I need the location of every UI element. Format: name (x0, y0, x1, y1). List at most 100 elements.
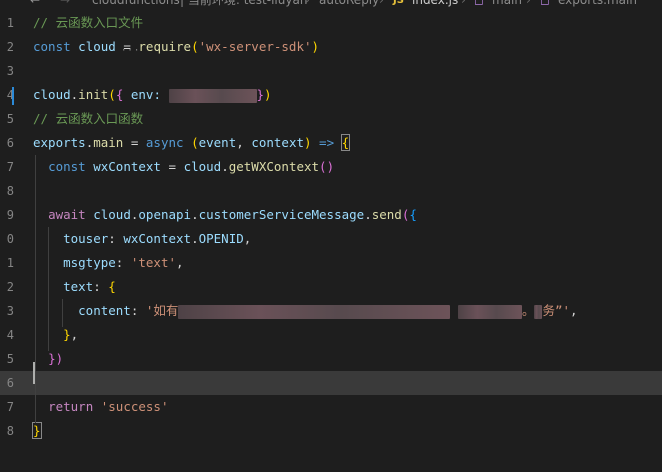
code-line[interactable]: 7 return 'success' (0, 395, 662, 419)
line-number: 3 (6, 64, 14, 78)
code-token: exports (33, 135, 86, 150)
line-number: 6 (6, 136, 14, 150)
code-token: cloud (85, 207, 131, 222)
redacted-text (457, 304, 522, 319)
code-token: 。 (521, 303, 535, 318)
code-token: text (63, 279, 94, 294)
code-token: : (108, 231, 124, 246)
line-number: 9 (6, 208, 14, 222)
code-token: customerServiceMessage (198, 207, 365, 222)
code-token: }) (48, 351, 64, 366)
code-token: const (33, 39, 71, 54)
code-text: }, (33, 323, 78, 347)
code-token: ( (191, 39, 199, 54)
code-line[interactable]: 1 // 云函数入口文件 (0, 11, 662, 35)
breadcrumb-symbol-exports-main[interactable]: exports.main (558, 0, 637, 9)
code-token: { (409, 207, 417, 222)
breadcrumb-subfolder[interactable]: autoReply (319, 0, 379, 9)
code-token: openapi (138, 207, 192, 222)
code-token: event (198, 135, 237, 150)
code-line[interactable]: 3 (0, 59, 662, 83)
code-text: const cloud = require('wx-server-sdk') (33, 35, 319, 59)
code-line[interactable]: 5 // 云函数入口函数 (0, 107, 662, 131)
code-line[interactable]: 8} (0, 419, 662, 443)
code-token: , (176, 255, 184, 270)
code-token: wxContext (123, 231, 192, 246)
code-token: } (63, 327, 71, 342)
code-token: . (364, 207, 372, 222)
line-number: 3 (6, 304, 14, 318)
code-token: msgtype (63, 255, 116, 270)
code-text: cloud.init({ env: }) (33, 83, 272, 107)
code-token: 'text' (130, 255, 177, 270)
code-text: content: '如有 。务”', (33, 299, 578, 323)
code-editor[interactable]: 1// 云函数入口文件 2 const cloud = require('wx-se… (0, 11, 662, 472)
code-token: context (251, 135, 304, 150)
code-line[interactable]: 6 (0, 371, 662, 395)
breadcrumb-folder[interactable]: cloudfunctions (92, 0, 180, 9)
breadcrumb-env: | 当前环境: test-liuyan (180, 0, 308, 7)
line-number: 8 (6, 184, 14, 198)
code-text: exports.main = async (event, context) =>… (33, 131, 351, 155)
code-token: 务”' (542, 303, 571, 318)
chevron-right-icon: › (379, 0, 384, 7)
code-token: cloud (70, 39, 124, 54)
code-line[interactable]: 0 touser: wxContext.OPENID, (0, 227, 662, 251)
code-line[interactable]: 2 const cloud = require('wx-server-sdk') (0, 35, 662, 59)
code-line[interactable]: 6 exports.main = async (event, context) =… (0, 131, 662, 155)
code-token: : (93, 279, 109, 294)
code-line[interactable]: 3 content: '如有 。务”', (0, 299, 662, 323)
code-token: return (48, 399, 94, 414)
code-token: { (108, 279, 116, 294)
code-token: . (191, 207, 199, 222)
code-line[interactable]: 4 }, (0, 323, 662, 347)
line-number: 1 (6, 256, 14, 270)
code-token: touser (63, 231, 109, 246)
code-token: } (256, 87, 265, 102)
code-line[interactable]: 4 cloud.init({ env: }) (0, 83, 662, 107)
code-token: OPENID (198, 231, 244, 246)
line-number: 0 (6, 232, 14, 246)
code-token: , (236, 135, 252, 150)
code-token: '如有 (145, 303, 179, 318)
code-token: await (48, 207, 86, 222)
cube-icon: ◻ (474, 0, 484, 7)
code-line[interactable]: 8 (0, 179, 662, 203)
cube-icon: ◻ (540, 0, 550, 7)
breadcrumb-symbol-main[interactable]: main (492, 0, 522, 9)
code-token: content (78, 303, 131, 318)
js-file-icon: JS (393, 0, 404, 6)
code-token: () (319, 159, 335, 174)
code-text: const wxContext = cloud.getWXContext() (33, 155, 334, 179)
forward-arrow-icon[interactable]: → (60, 0, 70, 9)
code-text: // 云函数入口函数 (33, 107, 143, 131)
code-token: ) (264, 87, 272, 102)
code-token: , (70, 327, 79, 342)
line-number: 8 (6, 424, 14, 438)
code-token: const (48, 159, 86, 174)
breadcrumb-bar: ← → cloudfunctions | 当前环境: test-liuyan ›… (0, 0, 662, 9)
code-token: : (130, 303, 146, 318)
code-token: = (168, 159, 184, 174)
code-token: ( (191, 135, 199, 150)
hint-dots[interactable]: ··· (121, 46, 140, 56)
code-line[interactable]: 5 }) (0, 347, 662, 371)
code-token: ) (311, 39, 320, 54)
line-number: 7 (6, 400, 14, 414)
redacted-text (178, 304, 451, 319)
code-token: // 云函数入口函数 (33, 111, 144, 126)
back-arrow-icon[interactable]: ← (30, 0, 40, 9)
code-line[interactable]: 1 msgtype: 'text', (0, 251, 662, 275)
code-token: init (78, 87, 109, 102)
code-text: return 'success' (33, 395, 168, 419)
line-number: 2 (6, 280, 14, 294)
code-token: ( (108, 87, 116, 102)
code-line[interactable]: 7 const wxContext = cloud.getWXContext() (0, 155, 662, 179)
code-line[interactable]: 9 await cloud.openapi.customerServiceMes… (0, 203, 662, 227)
breadcrumb-file[interactable]: index.js (412, 0, 458, 9)
code-line[interactable]: 2 text: { (0, 275, 662, 299)
code-token: cloud (183, 159, 222, 174)
